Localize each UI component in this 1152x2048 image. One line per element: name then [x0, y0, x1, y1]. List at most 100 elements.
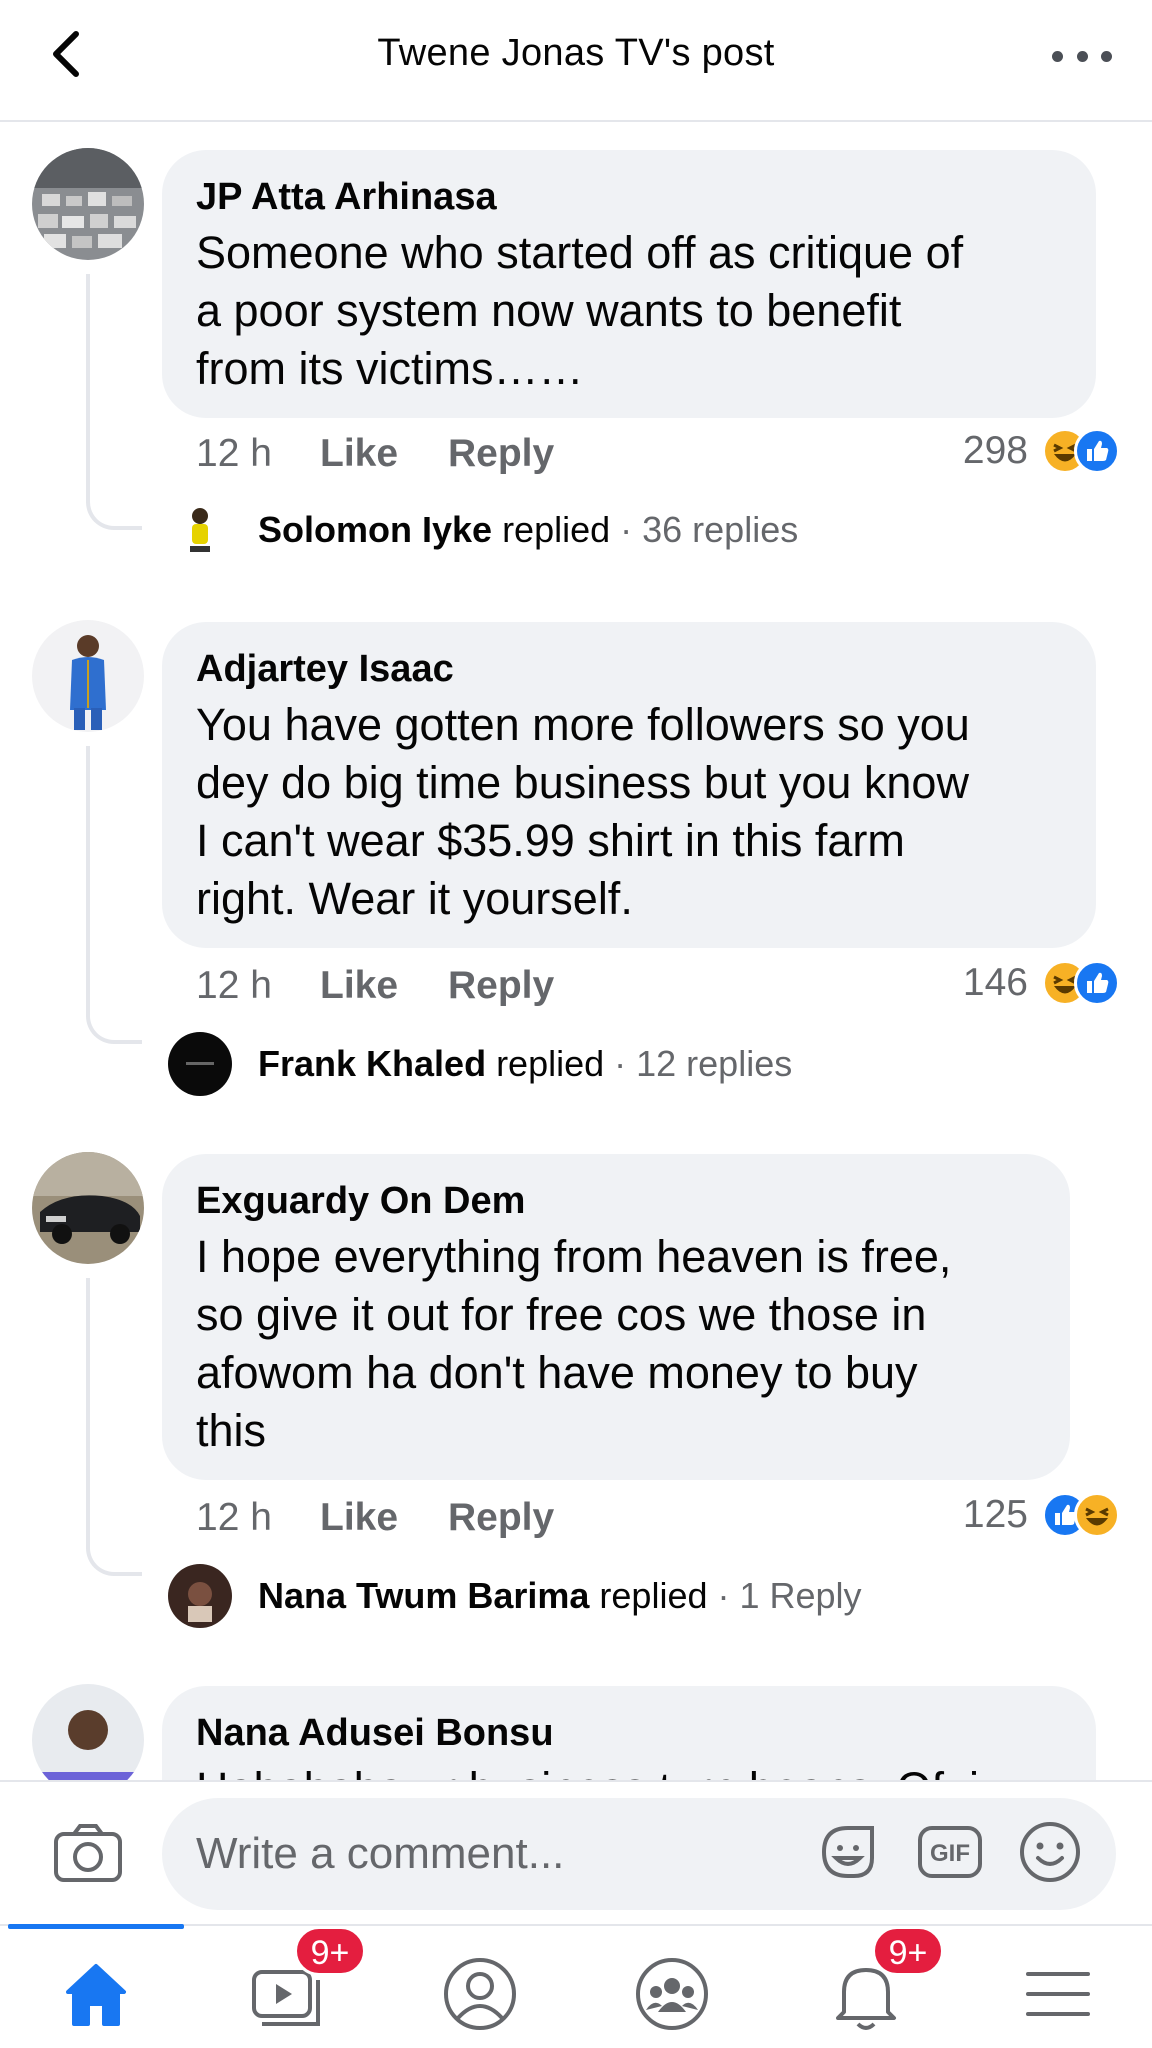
tab-watch[interactable]: 9+ — [248, 1926, 366, 2034]
comment-text-line: Hahahaha ur business turn beans. Ofui — [196, 1760, 1062, 1780]
groups-icon — [636, 1958, 708, 2030]
reaction-summary[interactable]: 125 — [963, 1492, 1120, 1538]
like-button[interactable]: Like — [320, 964, 448, 1008]
reply-count: · 1 Reply — [717, 1575, 862, 1616]
comment-composer: GIF — [0, 1780, 1152, 1924]
notifications-badge: 9+ — [872, 1926, 944, 1976]
watch-badge: 9+ — [294, 1926, 366, 1976]
reaction-count: 298 — [962, 429, 1028, 472]
top-bar: Twene Jonas TV's post — [0, 0, 1152, 122]
comment-bubble[interactable]: Adjartey Isaac You have gotten more foll… — [162, 622, 1096, 948]
comment-item: Exguardy On Dem I hope everything from h… — [0, 1128, 1152, 1658]
comment-text-line: a poor system now wants to benefit — [196, 285, 902, 336]
camera-icon — [54, 1824, 122, 1882]
like-reaction-icon — [1074, 960, 1120, 1006]
comment-text: Hahahaha ur business turn beans. Ofui — [196, 1760, 1062, 1780]
comment-text-line: right. Wear it yourself. — [196, 873, 633, 924]
more-dot — [1076, 50, 1088, 62]
avatar-photo-icon — [168, 1032, 232, 1096]
avatar-photo-icon — [168, 498, 232, 562]
reply-count: · 12 replies — [614, 1043, 793, 1084]
comment-text-line: so give it out for free cos we those in — [196, 1289, 927, 1340]
comment-text-line: I can't wear $35.99 shirt in this farm — [196, 815, 905, 866]
comment-text-line: this — [196, 1405, 267, 1456]
comment-author[interactable]: JP Atta Arhinasa — [196, 174, 1062, 220]
tab-profile[interactable] — [440, 1954, 520, 2034]
reply-verb: replied — [496, 1043, 605, 1084]
thread-connector — [86, 746, 142, 1044]
avatar[interactable] — [32, 620, 144, 732]
gif-label: GIF — [930, 1840, 970, 1867]
avatar[interactable] — [32, 148, 144, 260]
comment-bubble[interactable]: Exguardy On Dem I hope everything from h… — [162, 1154, 1070, 1480]
gif-button[interactable]: GIF — [916, 1818, 984, 1886]
reaction-summary[interactable]: 298 — [963, 428, 1120, 474]
replies-summary[interactable]: Frank Khaled replied · 12 replies — [168, 1032, 792, 1096]
tab-menu[interactable] — [1018, 1954, 1098, 2034]
reply-button[interactable]: Reply — [448, 432, 554, 476]
replies-summary[interactable]: Solomon Iyke replied · 36 replies — [168, 498, 798, 562]
like-button[interactable]: Like — [320, 1496, 448, 1540]
comment-text: Someone who started off as critique of a… — [196, 224, 1062, 398]
menu-icon — [1026, 1972, 1090, 2016]
reply-author: Solomon Iyke — [258, 509, 493, 550]
reply-count: · 36 replies — [620, 509, 799, 550]
comment-author[interactable]: Adjartey Isaac — [196, 646, 1062, 692]
comment-author[interactable]: Nana Adusei Bonsu — [196, 1710, 1062, 1756]
profile-icon — [444, 1958, 516, 2030]
reply-avatar — [168, 498, 232, 562]
replies-summary[interactable]: Nana Twum Barima replied · 1 Reply — [168, 1564, 862, 1628]
sticker-button[interactable] — [814, 1818, 882, 1886]
avatar-photo-icon — [168, 1564, 232, 1628]
camera-button[interactable] — [52, 1822, 124, 1886]
thumbs-up-icon — [1087, 972, 1109, 993]
thumbs-up-icon — [1087, 440, 1109, 461]
sticker-icon — [821, 1826, 874, 1878]
page-title: Twene Jonas TV's post — [377, 32, 775, 74]
more-options-button[interactable] — [1052, 38, 1112, 74]
gif-icon: GIF — [918, 1826, 982, 1878]
reaction-summary[interactable]: 146 — [963, 960, 1120, 1006]
comment-item: JP Atta Arhinasa Someone who started off… — [0, 124, 1152, 594]
bottom-tab-bar: 9+ 9+ — [0, 1924, 1152, 2048]
tab-notifications[interactable]: 9+ — [826, 1926, 944, 2034]
reaction-count: 125 — [962, 1493, 1028, 1536]
emoji-button[interactable] — [1016, 1818, 1084, 1886]
comment-bubble[interactable]: Nana Adusei Bonsu Hahahaha ur business t… — [162, 1686, 1096, 1780]
more-dot — [1101, 50, 1112, 62]
active-tab-indicator — [8, 1924, 184, 1929]
comment-actions: 12 h Like Reply — [196, 1496, 554, 1540]
reply-button[interactable]: Reply — [448, 1496, 554, 1540]
comment-text-line: dey do big time business but you know — [196, 757, 969, 808]
comment-item: Adjartey Isaac You have gotten more foll… — [0, 596, 1152, 1126]
avatar-photo-icon — [32, 148, 144, 260]
reply-button[interactable]: Reply — [448, 964, 554, 1008]
comment-item: Nana Adusei Bonsu Hahahaha ur business t… — [0, 1660, 1152, 1780]
avatar-photo-icon — [32, 1684, 144, 1780]
comment-text: I hope everything from heaven is free, s… — [196, 1228, 1036, 1460]
reply-verb: replied — [599, 1575, 708, 1616]
tab-home[interactable] — [56, 1954, 136, 2034]
comment-time: 12 h — [196, 432, 272, 475]
comment-time: 12 h — [196, 1496, 272, 1539]
tab-groups[interactable] — [632, 1954, 712, 2034]
comment-actions: 12 h Like Reply — [196, 432, 554, 476]
thread-connector — [86, 1278, 142, 1576]
thread-connector — [86, 274, 142, 530]
reply-avatar — [168, 1032, 232, 1096]
comment-text-line: afowom ha don't have money to buy — [196, 1347, 918, 1398]
comment-bubble[interactable]: JP Atta Arhinasa Someone who started off… — [162, 150, 1096, 418]
comment-text-line: I hope everything from heaven is free, — [196, 1231, 952, 1282]
more-dots-icon — [1052, 50, 1063, 62]
like-button[interactable]: Like — [320, 432, 448, 476]
avatar[interactable] — [32, 1684, 144, 1780]
reaction-count: 146 — [962, 961, 1028, 1004]
home-icon — [66, 1964, 126, 2026]
avatar[interactable] — [32, 1152, 144, 1264]
comment-time: 12 h — [196, 964, 272, 1007]
comment-author[interactable]: Exguardy On Dem — [196, 1178, 1036, 1224]
avatar-photo-icon — [32, 1152, 144, 1264]
reply-verb: replied — [502, 509, 611, 550]
comment-text-line: from its victims…… — [196, 343, 584, 394]
reply-author: Nana Twum Barima — [258, 1575, 590, 1616]
